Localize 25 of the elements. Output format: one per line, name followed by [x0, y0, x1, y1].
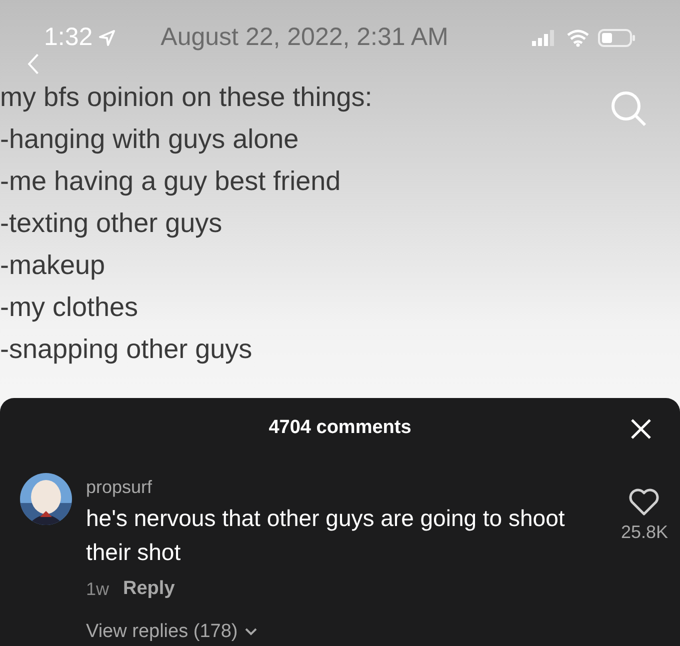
location-arrow-icon [98, 30, 115, 46]
comment-username[interactable]: propsurf [86, 473, 668, 501]
close-button[interactable] [630, 418, 652, 440]
heart-icon [628, 487, 660, 517]
view-replies-button[interactable]: View replies (178) [86, 618, 668, 646]
back-icon [26, 53, 40, 75]
post-text-line: -hanging with guys alone [0, 123, 300, 156]
post-text-line: -makeup [0, 249, 106, 282]
wifi-icon [566, 29, 590, 47]
like-count: 25.8K [620, 521, 668, 544]
clock-time: 1:32 [44, 22, 93, 54]
date-time: August 22, 2022, 2:31 AM [160, 22, 448, 54]
post-text-line: -my clothes [0, 291, 140, 324]
chevron-down-icon [244, 626, 258, 637]
post-text-line: -snapping other guys [0, 333, 254, 366]
comments-count-title: 4704 comments [268, 416, 412, 440]
close-icon [630, 418, 652, 440]
battery-icon [598, 29, 636, 47]
like-button[interactable] [628, 487, 660, 517]
reply-button[interactable]: Reply [123, 575, 175, 604]
post-text-line: my bfs opinion on these things: [0, 81, 372, 114]
comment-text: he's nervous that other guys are going to shoot their shot [86, 504, 566, 567]
post-text-line: -me having a guy best friend [0, 165, 342, 198]
comment-age: 1w [86, 578, 110, 601]
post-text-line: -texting other guys [0, 207, 224, 240]
